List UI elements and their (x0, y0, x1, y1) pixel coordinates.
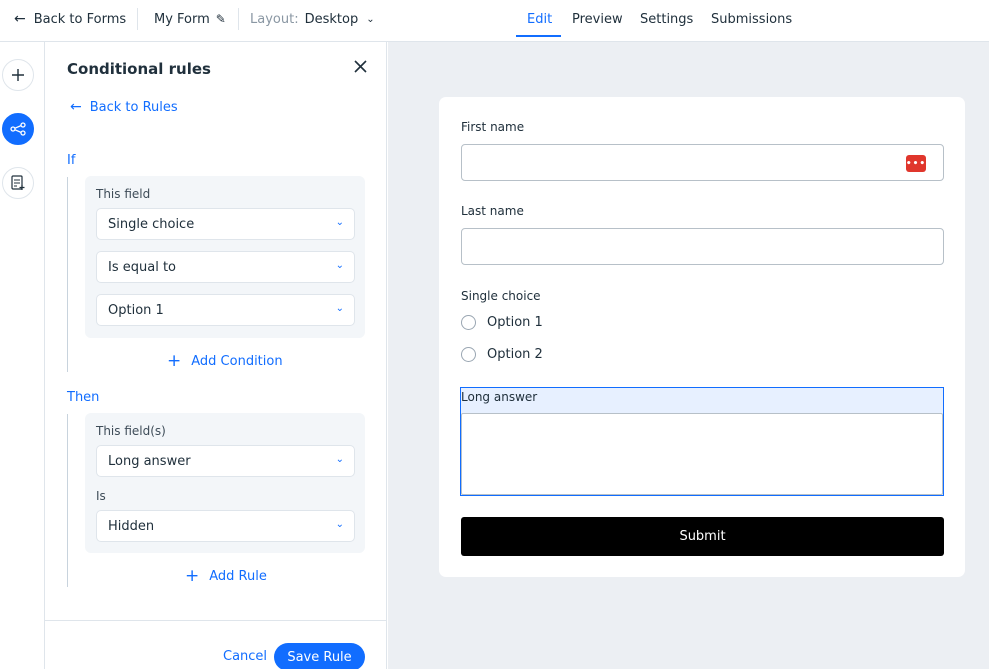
if-branch-line (67, 177, 68, 372)
radio-option-label: Option 2 (487, 347, 543, 362)
then-label: Then (67, 390, 100, 405)
submit-button[interactable]: Submit (461, 517, 944, 556)
chevron-down-icon: ⌄ (335, 303, 344, 314)
dropdown-value: Single choice (108, 216, 195, 232)
condition-field-dropdown[interactable]: Single choice ⌄ (96, 208, 355, 240)
conditional-rules-button[interactable] (2, 113, 34, 145)
chevron-down-icon: ⌄ (335, 260, 344, 271)
add-condition-label: Add Condition (191, 353, 283, 369)
last-name-input[interactable] (461, 228, 944, 265)
back-to-forms-link[interactable]: ← Back to Forms (14, 0, 126, 38)
active-tab-indicator (516, 35, 561, 37)
layout-dropdown[interactable]: Layout: Desktop ⌄ (250, 0, 375, 38)
dropdown-value: Is equal to (108, 259, 176, 275)
condition-value-dropdown[interactable]: Option 1 ⌄ (96, 294, 355, 326)
add-rule-label: Add Rule (209, 568, 267, 584)
layout-value: Desktop (304, 11, 359, 27)
dropdown-value: Option 1 (108, 302, 164, 318)
radio-option-label: Option 1 (487, 315, 543, 330)
then-branch-line (67, 414, 68, 587)
add-page-icon (11, 175, 25, 190)
top-bar: ← Back to Forms My Form ✎ Layout: Deskto… (0, 0, 989, 42)
chevron-down-icon: ⌄ (366, 13, 375, 25)
add-element-button[interactable] (2, 59, 34, 91)
plus-icon: + (185, 566, 200, 586)
left-rail (0, 42, 45, 669)
add-page-button[interactable] (2, 167, 34, 199)
plus-icon (12, 69, 24, 81)
action-box: This field(s) Long answer ⌄ Is Hidden ⌄ (85, 413, 365, 553)
save-rule-button[interactable]: Save Rule (274, 643, 365, 669)
radio-option-2[interactable]: Option 2 (461, 347, 543, 362)
first-name-label: First name (461, 120, 525, 134)
radio-option-1[interactable]: Option 1 (461, 315, 543, 330)
this-fields-label: This field(s) (96, 424, 166, 438)
arrow-left-icon: ← (14, 11, 26, 27)
divider (137, 8, 138, 30)
single-choice-label: Single choice (461, 289, 541, 303)
chevron-down-icon: ⌄ (335, 217, 344, 228)
add-rule-button[interactable]: + Add Rule (185, 566, 267, 586)
form-name-editor[interactable]: My Form ✎ (154, 0, 226, 38)
is-label: Is (96, 489, 106, 503)
dropdown-value: Long answer (108, 453, 191, 469)
tab-preview[interactable]: Preview (572, 0, 623, 38)
first-name-input[interactable]: ••• (461, 144, 944, 181)
this-field-label: This field (96, 187, 151, 201)
radio-circle[interactable] (461, 347, 476, 362)
back-to-rules-label: Back to Rules (89, 99, 178, 115)
conditional-rules-icon (10, 122, 26, 136)
pencil-icon: ✎ (215, 12, 226, 26)
chevron-down-icon: ⌄ (335, 454, 344, 465)
dropdown-value: Hidden (108, 518, 155, 534)
radio-circle[interactable] (461, 315, 476, 330)
close-button[interactable] (354, 59, 367, 77)
cancel-button[interactable]: Cancel (223, 649, 267, 664)
back-to-forms-label: Back to Forms (33, 11, 127, 27)
form-name: My Form (154, 11, 210, 27)
condition-operator-dropdown[interactable]: Is equal to ⌄ (96, 251, 355, 283)
password-manager-icon[interactable]: ••• (906, 155, 926, 172)
action-state-dropdown[interactable]: Hidden ⌄ (96, 510, 355, 542)
form-card: First name ••• Last name Single choice O… (439, 97, 965, 577)
back-to-rules-link[interactable]: ← Back to Rules (70, 99, 178, 115)
plus-icon: + (167, 351, 182, 371)
panel-title: Conditional rules (67, 60, 211, 78)
divider (238, 8, 239, 30)
if-label: If (67, 153, 76, 168)
layout-label: Layout: (250, 11, 299, 27)
chevron-down-icon: ⌄ (335, 519, 344, 530)
add-condition-button[interactable]: + Add Condition (167, 351, 283, 371)
tab-submissions[interactable]: Submissions (711, 0, 792, 38)
long-answer-textarea[interactable] (461, 413, 943, 495)
tab-edit[interactable]: Edit (527, 0, 552, 38)
long-answer-field[interactable]: Long answer (460, 387, 944, 496)
conditional-rules-panel: Conditional rules ← Back to Rules If Thi… (45, 42, 387, 669)
condition-box: This field Single choice ⌄ Is equal to ⌄… (85, 176, 365, 338)
long-answer-label: Long answer (461, 390, 538, 404)
last-name-label: Last name (461, 204, 524, 218)
close-icon (354, 60, 367, 73)
action-field-dropdown[interactable]: Long answer ⌄ (96, 445, 355, 477)
form-canvas: First name ••• Last name Single choice O… (388, 42, 989, 669)
arrow-left-icon: ← (70, 99, 82, 115)
panel-footer: Cancel Save Rule (45, 620, 386, 669)
tab-settings[interactable]: Settings (640, 0, 693, 38)
